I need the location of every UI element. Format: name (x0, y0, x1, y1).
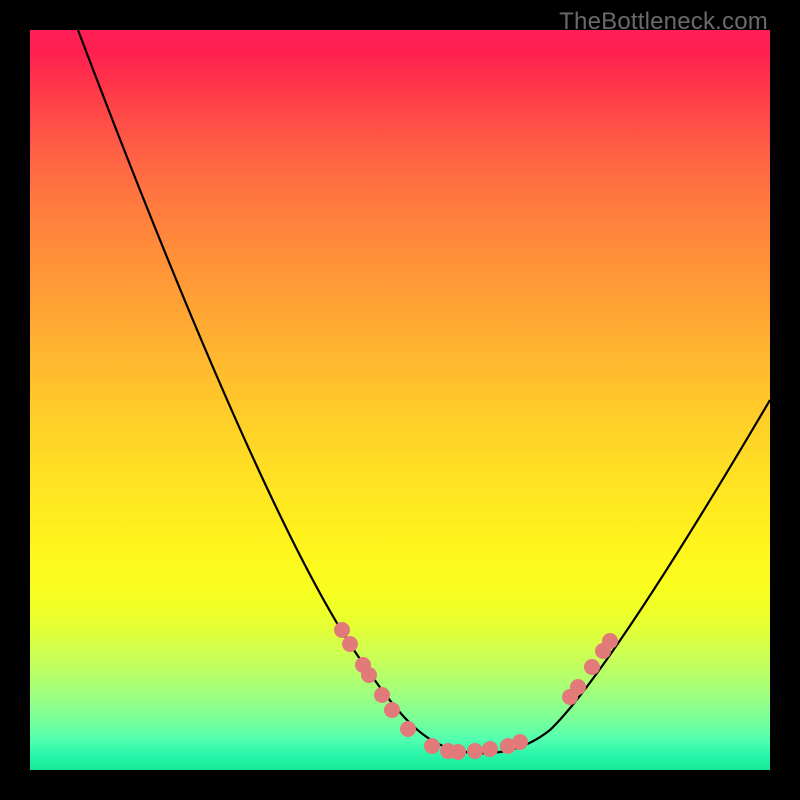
chart-container: TheBottleneck.com (0, 0, 800, 800)
bottleneck-curve (78, 30, 770, 753)
plot-area (30, 30, 770, 770)
watermark-text: TheBottleneck.com (559, 8, 768, 36)
curve-overlay (30, 30, 770, 770)
data-markers (334, 622, 618, 760)
